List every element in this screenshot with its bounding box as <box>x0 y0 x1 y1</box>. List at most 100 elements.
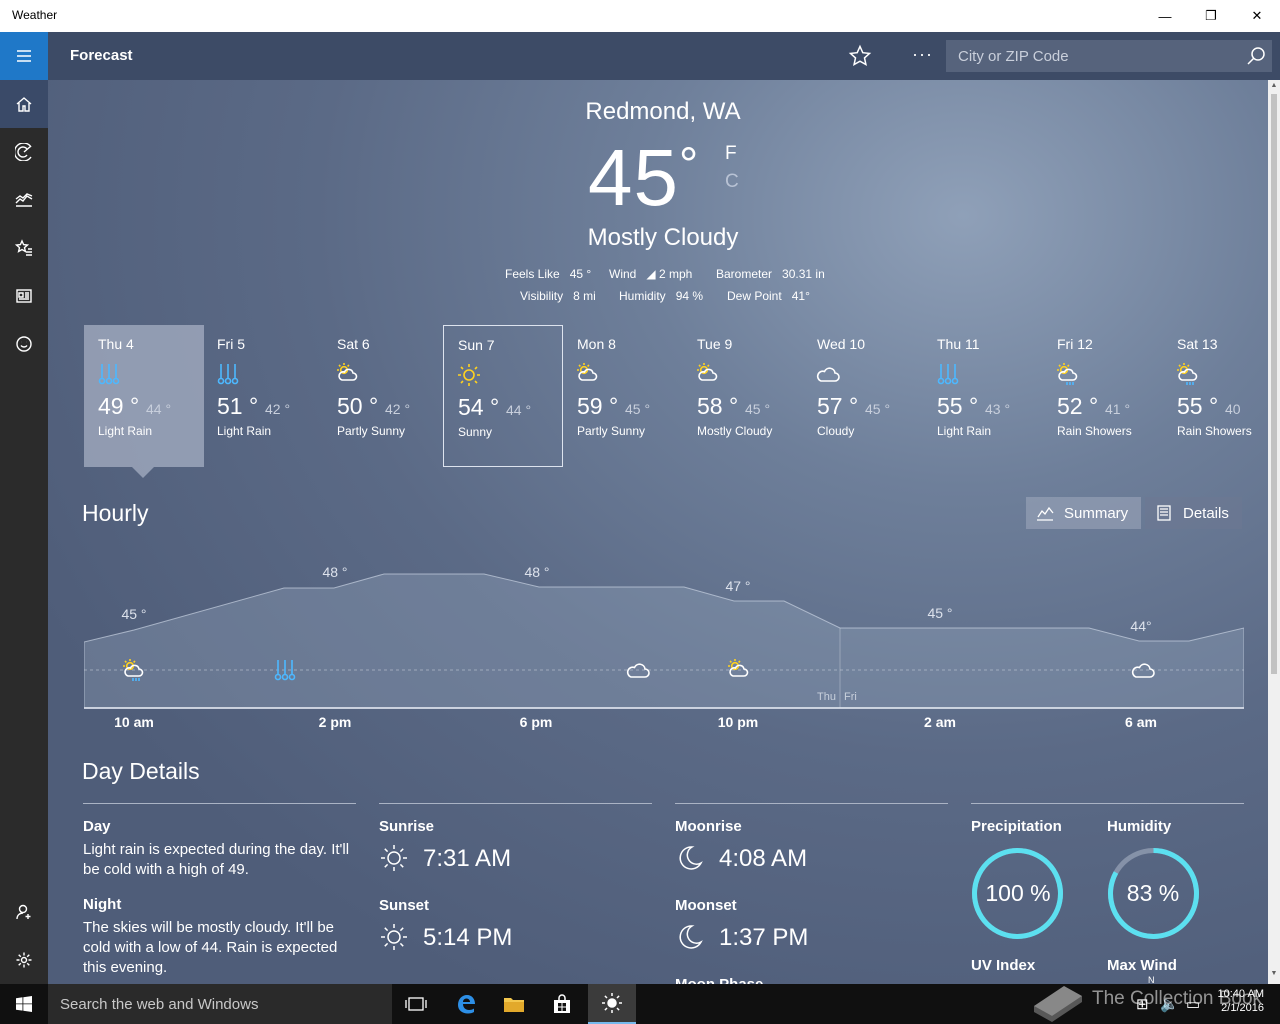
moonset-label: Moonset <box>675 897 737 914</box>
day-icon-wrap <box>815 361 841 387</box>
day-tile-fri-12[interactable]: Fri 12 52 ° 41 ° Rain Showers <box>1043 325 1163 467</box>
hour-label: 6 pm <box>519 714 553 730</box>
hour-label: 2 pm <box>318 714 352 730</box>
home-icon <box>16 97 32 112</box>
scrollbar[interactable]: ▲ ▼ <box>1268 80 1280 984</box>
nav-account[interactable] <box>0 888 48 936</box>
day-name: Fri 12 <box>1057 336 1093 352</box>
summary-toggle[interactable]: Summary <box>1026 497 1141 529</box>
day-icon-wrap <box>695 361 721 387</box>
nav-settings[interactable] <box>0 936 48 984</box>
day-tile-thu-4[interactable]: Thu 4 49 ° 44 ° Light Rain <box>84 325 204 467</box>
day-name: Thu 4 <box>98 336 134 352</box>
day-tile-wed-10[interactable]: Wed 10 57 ° 45 ° Cloudy <box>803 325 923 467</box>
hourly-chart: 45 ° 48 ° 48 ° 47 ° 45 ° 44° Thu Fri <box>84 564 1244 709</box>
moonrise-label: Moonrise <box>675 818 742 835</box>
barometer: Barometer 30.31 in <box>716 267 825 281</box>
nav-forecast[interactable] <box>0 80 48 128</box>
day-split-label: Thu <box>817 691 836 703</box>
day-description: Light rain is expected during the day. I… <box>83 841 350 878</box>
scroll-up-icon[interactable]: ▲ <box>1268 82 1280 89</box>
weather-app-button[interactable] <box>588 984 636 1024</box>
hamburger-button[interactable] <box>0 32 48 80</box>
nav-news[interactable] <box>0 272 48 320</box>
chart-icon <box>15 193 33 207</box>
current-condition: Mostly Cloudy <box>587 224 739 251</box>
folder-icon <box>504 998 524 1012</box>
minimize-icon: — <box>1158 8 1172 24</box>
humidity-detail-value: 83 % <box>1126 880 1180 906</box>
divider <box>675 803 948 804</box>
humidity-value: 94 % <box>675 289 704 303</box>
hourly-temp-label: 48 ° <box>524 564 549 580</box>
store-button[interactable] <box>538 984 586 1024</box>
day-low: 40 <box>1225 401 1241 417</box>
day-name: Wed 10 <box>817 336 865 352</box>
day-name: Fri 5 <box>217 336 245 352</box>
divider <box>971 803 1244 804</box>
minimize-button[interactable]: — <box>1142 0 1188 32</box>
day-tile-tue-9[interactable]: Tue 9 58 ° 45 ° Mostly Cloudy <box>683 325 803 467</box>
selected-day-pointer <box>132 467 154 478</box>
day-low: 45 ° <box>625 401 651 417</box>
restore-button[interactable]: ❐ <box>1188 0 1234 32</box>
feels-like-value: 45 ° <box>569 267 592 281</box>
task-view-button[interactable] <box>392 984 440 1024</box>
nav-places[interactable] <box>0 224 48 272</box>
day-condition: Cloudy <box>817 424 855 438</box>
nav-historical[interactable] <box>0 176 48 224</box>
nav-pane <box>0 32 48 984</box>
dew-point-label: Dew Point <box>727 289 782 303</box>
nav-feedback[interactable] <box>0 320 48 368</box>
sunrise-icon <box>381 845 407 871</box>
day-icon-wrap <box>456 362 482 388</box>
day-icon-wrap <box>575 361 601 387</box>
day-icon-wrap <box>335 361 361 387</box>
star-icon[interactable] <box>848 44 872 68</box>
details-toggle[interactable]: Details <box>1145 497 1242 529</box>
search-input[interactable] <box>958 46 1228 66</box>
unit-celsius[interactable]: C <box>725 171 739 193</box>
day-tile-sat-6[interactable]: Sat 6 50 ° 42 ° Partly Sunny <box>323 325 443 467</box>
day-tile-mon-8[interactable]: Mon 8 59 ° 45 ° Partly Sunny <box>563 325 683 467</box>
page-title: Forecast <box>70 47 133 64</box>
degree-symbol: ° <box>678 139 700 192</box>
search-icon[interactable] <box>1246 46 1266 66</box>
search-box <box>946 40 1272 72</box>
day-tile-thu-11[interactable]: Thu 11 55 ° 43 ° Light Rain <box>923 325 1043 467</box>
mostly-cloudy-icon <box>697 363 718 381</box>
day-icon-wrap <box>1055 361 1081 387</box>
store-icon <box>554 994 570 1013</box>
scrollbar-thumb[interactable] <box>1271 94 1277 674</box>
summary-label: Summary <box>1064 504 1129 522</box>
scroll-down-icon[interactable]: ▼ <box>1268 970 1280 977</box>
divider <box>83 803 356 804</box>
edge-button[interactable] <box>442 984 490 1024</box>
day-icon-wrap <box>1175 361 1201 387</box>
day-low: 42 ° <box>385 401 411 417</box>
hour-label: 6 am <box>1125 714 1157 730</box>
wind-label: Wind <box>609 267 637 281</box>
start-button[interactable] <box>0 984 48 1024</box>
day-split-label: Fri <box>844 691 857 703</box>
more-options-button[interactable]: ··· <box>912 44 933 65</box>
day-tile-sat-13[interactable]: Sat 13 55 ° 40 Rain Showers <box>1163 325 1268 467</box>
file-explorer-button[interactable] <box>490 984 538 1024</box>
day-tile-fri-5[interactable]: Fri 5 51 ° 42 ° Light Rain <box>203 325 323 467</box>
day-tile-sun-7[interactable]: Sun 7 54 ° 44 ° Sunny <box>443 325 563 467</box>
rain-icon <box>217 364 239 385</box>
unit-fahrenheit[interactable]: F <box>725 143 737 165</box>
moon-icon <box>679 925 703 949</box>
day-low: 42 ° <box>265 401 291 417</box>
close-button[interactable]: ✕ <box>1234 0 1280 32</box>
max-wind-label: Max Wind <box>1107 957 1177 974</box>
nav-maps[interactable] <box>0 128 48 176</box>
favorites-icon <box>15 239 32 256</box>
taskbar-search[interactable]: Search the web and Windows <box>48 984 392 1024</box>
day-name: Sat 13 <box>1177 336 1218 352</box>
taskbar: Search the web and Windows ⊞ 🔈 ▭ 10:40 A… <box>0 984 1280 1024</box>
day-low: 44 ° <box>146 401 172 417</box>
day-high: 55 ° <box>937 393 979 419</box>
dew-point: Dew Point 41° <box>727 289 810 303</box>
day-condition: Partly Sunny <box>337 424 406 438</box>
